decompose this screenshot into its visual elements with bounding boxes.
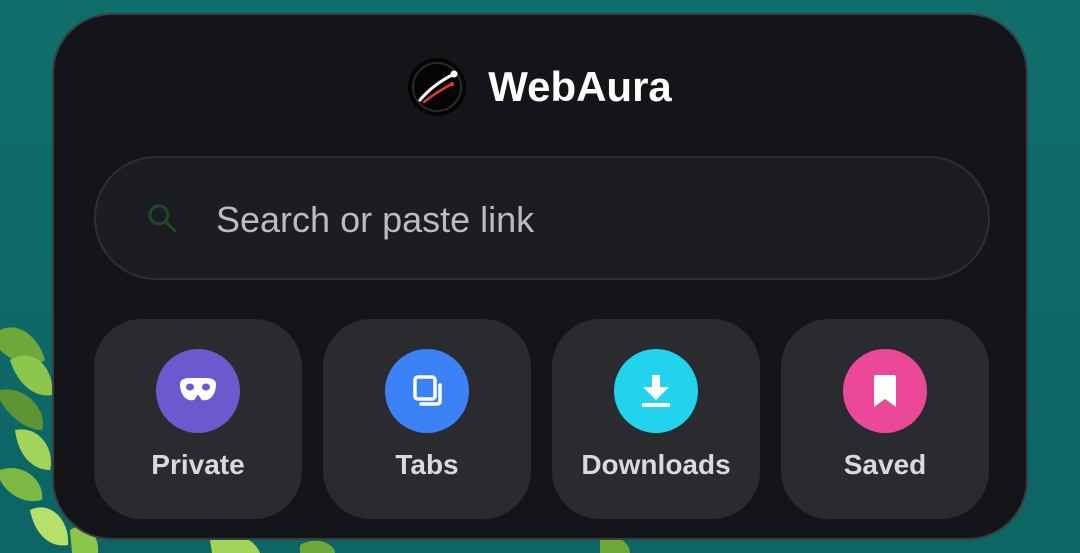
private-icon-circle	[156, 349, 240, 433]
downloads-label: Downloads	[581, 449, 731, 480]
tabs-shortcut[interactable]: Tabs	[323, 319, 531, 519]
saved-icon-circle	[843, 349, 927, 433]
download-icon	[642, 375, 670, 407]
search-bar[interactable]: Search or paste link	[94, 156, 990, 280]
private-shortcut[interactable]: Private	[94, 319, 302, 519]
tabs-label: Tabs	[395, 449, 459, 480]
downloads-icon-circle	[614, 349, 698, 433]
private-label: Private	[151, 449, 245, 480]
speed-comet-logo-icon	[408, 58, 467, 116]
incognito-mask-icon	[180, 378, 216, 401]
tabs-icon	[413, 375, 442, 406]
brand-name: WebAura	[488, 63, 672, 110]
search-input[interactable]: Search or paste link	[216, 198, 534, 242]
browser-widget: WebAura Search or paste link Private Tab…	[52, 13, 1028, 540]
bookmark-icon	[874, 375, 896, 407]
saved-shortcut[interactable]: Saved	[781, 319, 989, 519]
downloads-shortcut[interactable]: Downloads	[552, 319, 760, 519]
saved-label: Saved	[843, 449, 927, 480]
tabs-icon-circle	[385, 349, 469, 433]
brand-header[interactable]: WebAura	[54, 57, 1026, 117]
search-icon	[148, 204, 177, 233]
